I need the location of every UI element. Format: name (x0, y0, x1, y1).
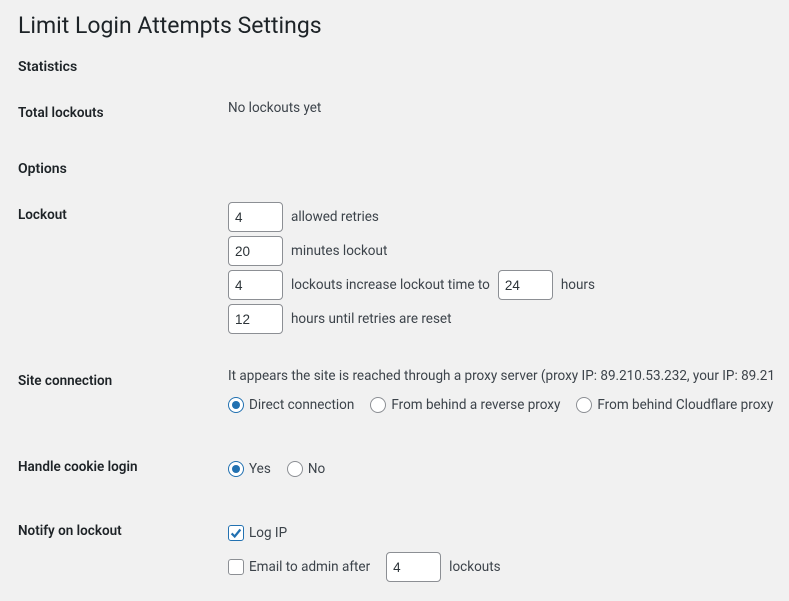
radio-icon (370, 397, 386, 413)
cookie-yes-option[interactable]: Yes (228, 461, 271, 477)
page-title: Limit Login Attempts Settings (18, 12, 789, 39)
cloudflare-proxy-option[interactable]: From behind Cloudflare proxy (576, 397, 773, 413)
lockout-label: Lockout (18, 187, 228, 353)
total-lockouts-label: Total lockouts (18, 85, 228, 141)
lockouts-increase-hours-text: hours (561, 277, 595, 293)
site-connection-row: Site connection It appears the site is r… (18, 353, 789, 439)
radio-icon (228, 461, 244, 477)
lockouts-increase-text: lockouts increase lockout time to (291, 277, 490, 293)
notify-row: Notify on lockout Log IP Email to admin … (18, 503, 789, 601)
direct-connection-text: Direct connection (249, 397, 354, 413)
options-heading: Options (18, 161, 789, 177)
allowed-retries-text: allowed retries (291, 209, 379, 225)
email-admin-text: Email to admin after (249, 559, 370, 575)
log-ip-option[interactable]: Log IP (228, 525, 287, 541)
lockouts-increase-input[interactable] (228, 270, 283, 300)
cookie-no-text: No (308, 461, 325, 477)
direct-connection-option[interactable]: Direct connection (228, 397, 354, 413)
cloudflare-proxy-text: From behind Cloudflare proxy (597, 397, 773, 413)
cookie-no-option[interactable]: No (287, 461, 325, 477)
email-count-input[interactable] (386, 552, 441, 582)
checkbox-icon (228, 525, 244, 541)
email-suffix-text: lockouts (449, 559, 500, 575)
cookie-yes-text: Yes (249, 461, 271, 477)
reset-hours-text: hours until retries are reset (291, 311, 452, 327)
lockouts-increase-hours-input[interactable] (498, 270, 553, 300)
email-admin-option[interactable]: Email to admin after (228, 559, 370, 575)
site-connection-label: Site connection (18, 353, 228, 439)
allowed-retries-input[interactable] (228, 202, 283, 232)
lockout-row: Lockout allowed retries minutes lockout … (18, 187, 789, 353)
minutes-lockout-text: minutes lockout (291, 243, 387, 259)
reset-hours-input[interactable] (228, 304, 283, 334)
notify-label: Notify on lockout (18, 503, 228, 601)
log-ip-text: Log IP (249, 525, 287, 541)
minutes-lockout-input[interactable] (228, 236, 283, 266)
cookie-login-row: Handle cookie login Yes No (18, 439, 789, 503)
reverse-proxy-text: From behind a reverse proxy (391, 397, 560, 413)
statistics-heading: Statistics (18, 59, 789, 75)
checkbox-icon (228, 559, 244, 575)
total-lockouts-value: No lockouts yet (228, 85, 789, 141)
radio-icon (228, 397, 244, 413)
radio-icon (287, 461, 303, 477)
reverse-proxy-option[interactable]: From behind a reverse proxy (370, 397, 560, 413)
radio-icon (576, 397, 592, 413)
cookie-login-label: Handle cookie login (18, 439, 228, 503)
proxy-note: It appears the site is reached through a… (228, 368, 789, 384)
total-lockouts-row: Total lockouts No lockouts yet (18, 85, 789, 141)
